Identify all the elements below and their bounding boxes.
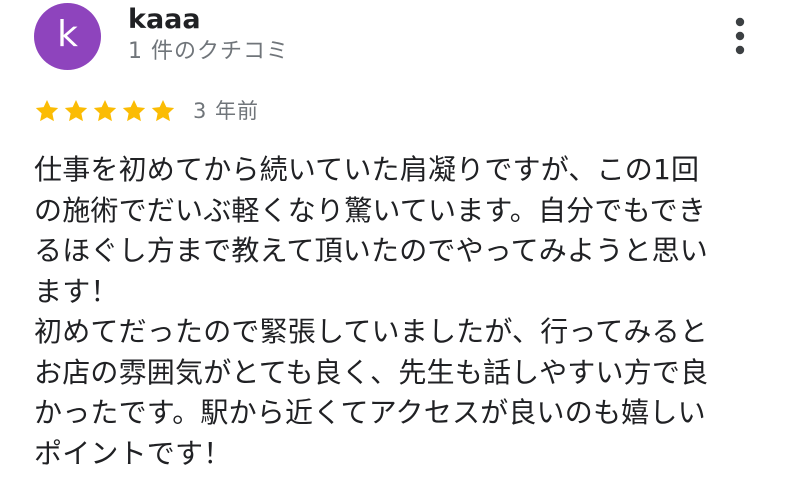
review-text-line: るほぐし方まで教えて頂いたのでやってみようと思い <box>34 234 709 267</box>
review-text: 仕事を初めてから続いていた肩凝りですが、この1回 の施術でだいぶ軽くなり驚いていま… <box>34 150 764 474</box>
review-text-line: 仕事を初めてから続いていた肩凝りですが、この1回 <box>34 153 700 186</box>
star-icon <box>93 99 117 122</box>
avatar[interactable]: k <box>34 3 101 70</box>
author-name[interactable]: kaaa <box>128 4 201 36</box>
review-text-line: ます！ <box>34 274 119 308</box>
star-icon <box>151 99 175 122</box>
more-vert-icon <box>735 17 745 55</box>
rating-row: 3 年前 <box>34 94 259 128</box>
review-text-line: 初めてだったので緊張していましたが、行ってみると <box>34 315 709 348</box>
author-review-count: 1 件のクチコミ <box>128 39 289 64</box>
review-text-line: の施術でだいぶ軽くなり驚いています。自分でもでき <box>34 193 707 227</box>
star-icon <box>122 99 146 122</box>
review-text-line: お店の雰囲気がとても良く、先生も話しやすい方で良 <box>34 355 709 389</box>
star-icon <box>35 99 59 122</box>
review-card: k kaaa 1 件のクチコミ 3 年前 仕事を初めてから続いていた肩凝りですが… <box>0 0 800 495</box>
review-date: 3 年前 <box>193 99 260 123</box>
star-icon <box>64 99 88 122</box>
review-text-line: かったです。駅から近くてアクセスが良いのも嬉しい <box>34 396 706 429</box>
review-text-line: ポイントです！ <box>34 436 232 470</box>
more-options-button[interactable] <box>726 14 754 58</box>
avatar-initial: k <box>57 13 78 55</box>
star-rating <box>34 98 179 124</box>
